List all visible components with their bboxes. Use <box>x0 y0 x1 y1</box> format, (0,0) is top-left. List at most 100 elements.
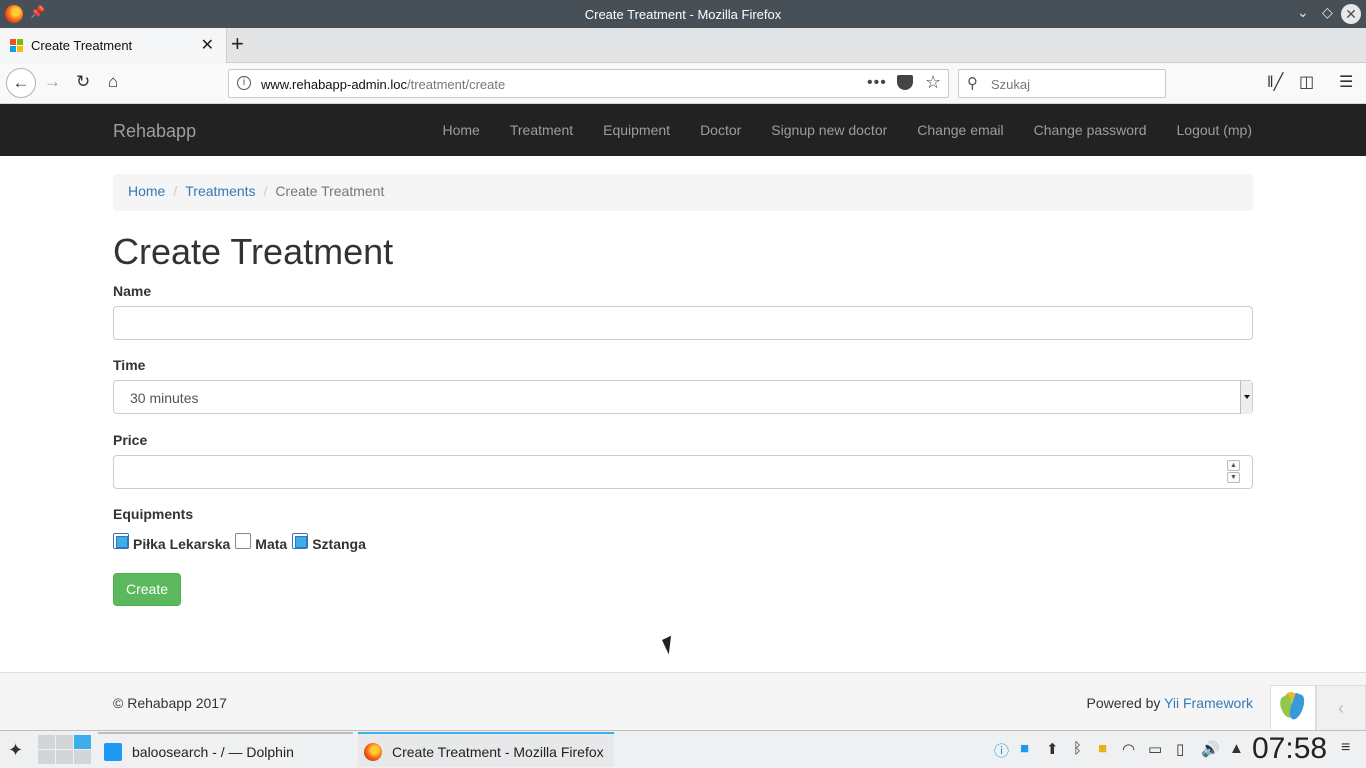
powered-by: Powered by Yii Framework <box>1086 695 1253 711</box>
tray-expand-icon[interactable]: ▲ <box>1229 740 1244 757</box>
home-button[interactable]: ⌂ <box>108 72 118 92</box>
equipments-checkbox-list: Piłka Lekarska Mata Sztanga <box>113 533 1253 552</box>
bookmark-star-icon[interactable]: ☆ <box>925 72 941 93</box>
create-button[interactable]: Create <box>113 573 182 606</box>
main-container: Home / Treatments / Create Treatment Create … <box>113 174 1253 606</box>
nav-doctor[interactable]: Doctor <box>685 104 756 156</box>
equipment-option-label: Mata <box>255 536 288 552</box>
tab-title: Create Treatment <box>31 38 133 53</box>
search-placeholder: Szukaj <box>991 77 1031 92</box>
menu-icon[interactable]: ☰ <box>1339 72 1353 92</box>
spin-down-icon[interactable]: ▼ <box>1227 472 1240 483</box>
device-icon[interactable]: ▯ <box>1176 740 1184 758</box>
new-tab-button[interactable]: + <box>231 31 251 57</box>
bluetooth-icon[interactable]: ᛒ <box>1073 740 1082 757</box>
name-group: Name <box>113 283 1253 340</box>
back-button[interactable]: ← <box>6 68 36 98</box>
price-input[interactable]: ▲ ▼ <box>113 455 1253 489</box>
search-box[interactable]: ⚲ Szukaj <box>958 69 1166 98</box>
taskbar-item-firefox[interactable]: Create Treatment - Mozilla Firefox <box>358 732 614 767</box>
page-footer: © Rehabapp 2017 Powered by Yii Framework… <box>0 672 1366 730</box>
nav-equipment[interactable]: Equipment <box>588 104 685 156</box>
mouse-cursor-icon <box>662 635 678 655</box>
maximize-icon[interactable]: ◇ <box>1322 4 1333 21</box>
nav-change-password[interactable]: Change password <box>1019 104 1162 156</box>
clipboard-icon[interactable]: ■ <box>1098 740 1107 757</box>
forward-button[interactable]: → <box>44 72 61 92</box>
breadcrumb-current: Create Treatment <box>275 183 385 199</box>
folder-icon <box>104 743 122 761</box>
breadcrumb-home[interactable]: Home <box>128 183 165 199</box>
checkbox-checked[interactable] <box>113 533 129 549</box>
page-title: Create Treatment <box>113 231 394 272</box>
volume-icon[interactable]: 🔊 <box>1201 740 1220 758</box>
info-icon[interactable]: i <box>237 76 251 90</box>
app-navbar: Rehabapp Home Treatment Equipment Doctor… <box>0 104 1366 156</box>
taskbar-item-label: baloosearch - / — Dolphin <box>132 744 294 760</box>
sidebar-icon[interactable]: ◫ <box>1299 72 1314 92</box>
nav-change-email[interactable]: Change email <box>902 104 1018 156</box>
time-label: Time <box>113 357 146 373</box>
equipment-option[interactable]: Piłka Lekarska <box>113 533 231 552</box>
search-icon: ⚲ <box>967 75 978 92</box>
equipments-group: Equipments Piłka Lekarska Mata Sztanga <box>113 506 1253 552</box>
equipment-option[interactable]: Mata <box>235 533 288 552</box>
name-label: Name <box>113 283 152 299</box>
virtual-desktop-pager[interactable] <box>38 735 91 764</box>
checkbox-unchecked[interactable] <box>235 533 252 549</box>
browser-toolbar: ← → ↻ ⌂ i www.rehabapp-admin.loc/treatme… <box>0 63 1366 104</box>
clock[interactable]: 07:58 <box>1252 732 1327 766</box>
breadcrumb-separator: / <box>263 183 268 199</box>
window-title: Create Treatment - Mozilla Firefox <box>584 7 782 22</box>
pocket-icon[interactable] <box>897 75 913 90</box>
yii-framework-link[interactable]: Yii Framework <box>1164 695 1253 711</box>
checkbox-checked[interactable] <box>292 533 309 549</box>
equipment-option-label: Sztanga <box>312 536 366 552</box>
library-icon[interactable]: ‖╱ <box>1267 72 1283 92</box>
url-text: www.rehabapp-admin.loc/treatment/create <box>261 77 506 92</box>
favicon-icon <box>10 39 23 52</box>
copyright-text: © Rehabapp 2017 <box>113 695 227 711</box>
wifi-icon[interactable]: ◠ <box>1122 740 1135 758</box>
breadcrumb-treatments[interactable]: Treatments <box>185 183 255 199</box>
reload-button[interactable]: ↻ <box>76 72 90 92</box>
equipments-label: Equipments <box>113 506 194 522</box>
time-group: Time 30 minutes <box>113 357 1253 414</box>
yii-debug-logo-icon[interactable] <box>1270 685 1316 730</box>
time-select[interactable]: 30 minutes <box>113 380 1253 414</box>
nav-logout[interactable]: Logout (mp) <box>1162 104 1252 156</box>
price-group: Price ▲ ▼ <box>113 432 1253 489</box>
notifications-icon[interactable]: ■ <box>1020 740 1029 757</box>
number-spinner[interactable]: ▲ ▼ <box>1227 460 1240 484</box>
window-titlebar: 📌 Create Treatment - Mozilla Firefox ⌄ ◇… <box>0 0 1366 28</box>
spin-up-icon[interactable]: ▲ <box>1227 460 1240 471</box>
chevron-left-icon[interactable]: ‹ <box>1316 685 1366 730</box>
name-input[interactable] <box>113 306 1253 340</box>
tab-create-treatment[interactable]: Create Treatment ✕ <box>0 28 227 63</box>
updates-icon[interactable]: ⬆ <box>1046 740 1059 758</box>
tab-bar: Create Treatment ✕ + <box>0 28 1366 63</box>
url-bar[interactable]: i www.rehabapp-admin.loc/treatment/creat… <box>228 69 949 98</box>
panel-menu-icon[interactable]: ≡ <box>1341 739 1350 757</box>
info-tray-icon[interactable]: ⓘ <box>994 740 1009 761</box>
nav-signup-new-doctor[interactable]: Signup new doctor <box>756 104 902 156</box>
time-selected-value: 30 minutes <box>130 390 199 406</box>
minimize-icon[interactable]: ⌄ <box>1297 4 1309 21</box>
breadcrumb-separator: / <box>173 183 178 199</box>
battery-icon[interactable]: ▭ <box>1148 740 1162 758</box>
close-tab-icon[interactable]: ✕ <box>201 35 214 55</box>
web-page: Rehabapp Home Treatment Equipment Doctor… <box>0 104 1366 730</box>
firefox-icon <box>364 743 382 761</box>
breadcrumb: Home / Treatments / Create Treatment <box>113 174 1253 211</box>
page-actions-icon[interactable]: ••• <box>867 74 887 92</box>
brand-link[interactable]: Rehabapp <box>113 121 196 142</box>
app-launcher-icon[interactable]: ✦ <box>8 740 23 761</box>
taskbar-item-dolphin[interactable]: baloosearch - / — Dolphin <box>98 732 353 767</box>
nav-home[interactable]: Home <box>427 104 494 156</box>
equipment-option-label: Piłka Lekarska <box>133 536 231 552</box>
taskbar: ✦ baloosearch - / — Dolphin Create Treat… <box>0 730 1366 768</box>
close-window-button[interactable]: ✕ <box>1341 4 1361 24</box>
dropdown-arrow-icon[interactable] <box>1240 381 1252 414</box>
equipment-option[interactable]: Sztanga <box>292 533 366 552</box>
nav-treatment[interactable]: Treatment <box>495 104 588 156</box>
